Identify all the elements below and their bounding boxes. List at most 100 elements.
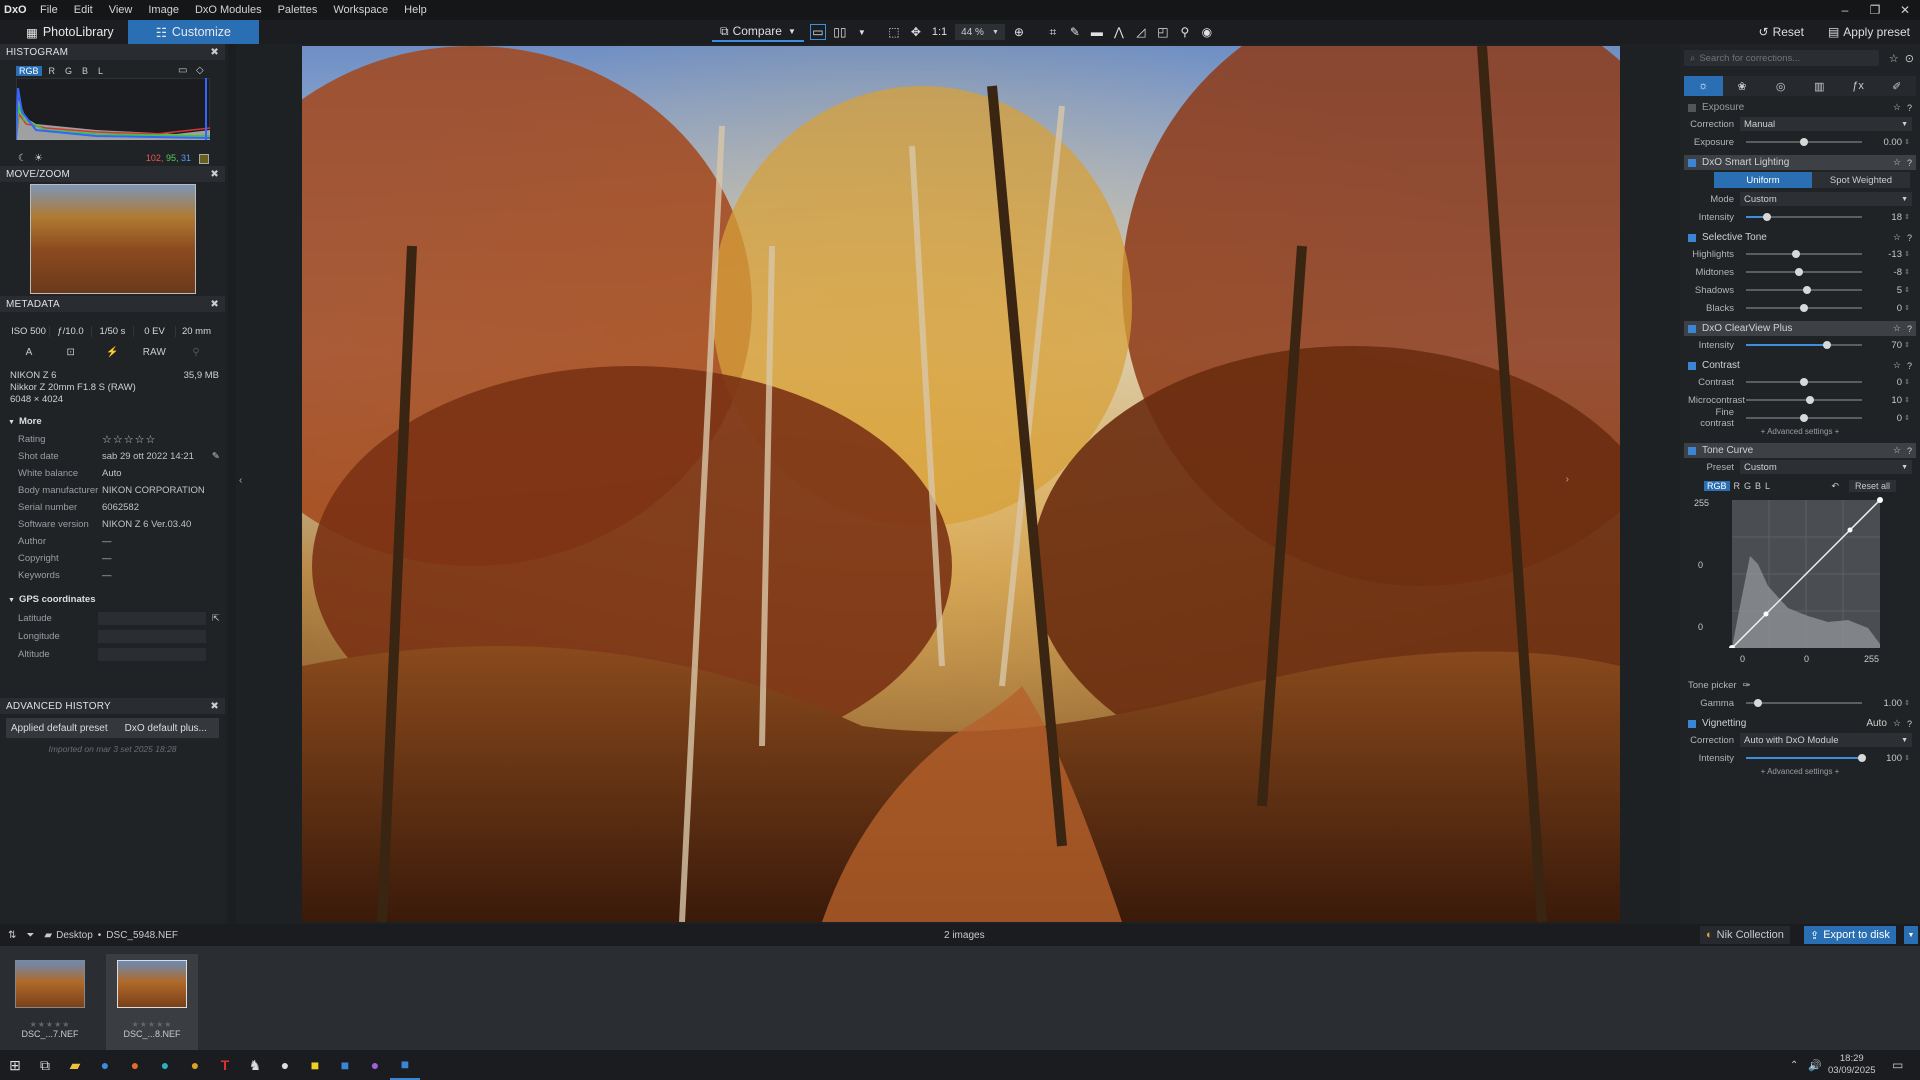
typora-icon[interactable]: T	[210, 1050, 240, 1080]
curve-channel-b[interactable]: B	[1755, 481, 1761, 491]
star-icon[interactable]: ☆	[1889, 52, 1899, 65]
minimize-icon[interactable]: –	[1830, 0, 1860, 20]
chrome-icon[interactable]: ●	[180, 1050, 210, 1080]
local-adjustments-icon[interactable]: ◿	[1133, 24, 1149, 40]
slider-knob[interactable]	[1762, 213, 1771, 221]
stepper-icon[interactable]: ⇕	[1902, 268, 1912, 276]
microcontrast-value[interactable]: 10	[1868, 395, 1902, 406]
volume-icon[interactable]: 🔊	[1808, 1059, 1822, 1072]
curve-channel-r[interactable]: R	[1734, 481, 1741, 491]
close-icon[interactable]: ✖	[210, 169, 219, 180]
slider-knob[interactable]	[1800, 304, 1808, 312]
stepper-icon[interactable]: ⇕	[1902, 250, 1912, 258]
repair-icon[interactable]: ◰	[1155, 24, 1171, 40]
undo-icon[interactable]: ↶	[1831, 481, 1839, 492]
nik-collection-button[interactable]: ◐ Nik Collection	[1700, 926, 1790, 944]
output-mid-value[interactable]: 0	[1698, 560, 1703, 570]
pencil-icon[interactable]: ✎	[212, 451, 220, 462]
zoom-select[interactable]: 44 % ▼	[955, 24, 1005, 40]
sort-icon[interactable]: ⇅	[8, 930, 16, 941]
curve-channel-g[interactable]: G	[1744, 481, 1751, 491]
midtones-slider[interactable]	[1746, 268, 1862, 276]
photolab-active-icon[interactable]: ■	[390, 1050, 420, 1080]
contrast-toggle[interactable]	[1688, 361, 1696, 370]
menu-dxo-modules[interactable]: DxO Modules	[187, 4, 270, 16]
exposure-correction-dropdown[interactable]: Manual ▼	[1740, 117, 1912, 131]
tone-curve-toggle[interactable]	[1688, 446, 1696, 455]
help-icon[interactable]: ?	[1907, 324, 1912, 334]
selective-tone-toggle[interactable]	[1688, 233, 1696, 242]
slider-knob[interactable]	[1802, 286, 1811, 294]
vignetting-toggle[interactable]	[1688, 719, 1696, 728]
output-min-value[interactable]: 0	[1698, 622, 1703, 632]
vignetting-value[interactable]: 100	[1868, 753, 1902, 764]
menu-view[interactable]: View	[101, 4, 141, 16]
monitor-icon[interactable]: ▭	[178, 65, 187, 76]
stepper-icon[interactable]: ⇕	[1902, 213, 1912, 221]
geometry-tab-icon[interactable]: ▥	[1800, 76, 1839, 96]
star-icon[interactable]: ☆	[1893, 323, 1901, 334]
export-dropdown-button[interactable]: ▼	[1904, 926, 1918, 944]
tab-customize[interactable]: ☷ Customize	[127, 20, 259, 44]
perspective-icon[interactable]: ⋀	[1111, 24, 1127, 40]
gamma-slider[interactable]	[1746, 699, 1862, 707]
curve-channel-l[interactable]: L	[1765, 481, 1770, 491]
input-mid-value[interactable]: 0	[1804, 654, 1809, 664]
maximize-icon[interactable]: ❐	[1860, 0, 1890, 20]
shadows-value[interactable]: 5	[1868, 285, 1902, 296]
thunderbird-icon[interactable]: ●	[90, 1050, 120, 1080]
star-icon[interactable]: ☆	[1893, 102, 1901, 113]
edge-icon[interactable]: ●	[150, 1050, 180, 1080]
move-icon[interactable]: ✥	[908, 24, 924, 40]
split-view-icon[interactable]: ▯▯	[832, 24, 848, 40]
vignetting-header[interactable]: Vignetting Auto ☆?	[1684, 716, 1916, 731]
smart-lighting-intensity-slider[interactable]	[1746, 213, 1862, 221]
help-icon[interactable]: ?	[1907, 233, 1912, 243]
contrast-value[interactable]: 0	[1868, 377, 1902, 388]
search-corrections-input[interactable]: ⌕ Search for corrections...	[1684, 50, 1879, 66]
stepper-icon[interactable]: ⇕	[1902, 396, 1912, 404]
input-min-value[interactable]: 0	[1740, 654, 1745, 664]
stepper-icon[interactable]: ⇕	[1902, 378, 1912, 386]
horizon-icon[interactable]: ▬	[1089, 24, 1105, 40]
channel-g[interactable]: G	[62, 66, 75, 76]
input-max-value[interactable]: 255	[1864, 654, 1879, 664]
menu-workspace[interactable]: Workspace	[325, 4, 396, 16]
uniform-button[interactable]: Uniform	[1714, 172, 1812, 188]
help-icon[interactable]: ?	[1907, 103, 1912, 113]
vignetting-intensity-slider[interactable]	[1746, 754, 1866, 762]
intensity-value[interactable]: 18	[1868, 212, 1902, 223]
stepper-icon[interactable]: ⇕	[1902, 341, 1912, 349]
clearview-header[interactable]: DxO ClearView Plus ☆?	[1684, 321, 1916, 336]
contrast-header[interactable]: Contrast ☆?	[1684, 358, 1916, 373]
toggle-icon[interactable]: ⊙	[1905, 52, 1914, 65]
notifications-icon[interactable]: ▭	[1892, 1058, 1903, 1072]
slider-knob[interactable]	[1823, 341, 1832, 349]
star-icon[interactable]: ☆	[1893, 445, 1901, 456]
more-section-toggle[interactable]: ▼ More	[0, 412, 225, 431]
star-icon[interactable]: ☆	[1893, 360, 1901, 371]
slider-knob[interactable]	[1800, 414, 1808, 422]
slider-knob[interactable]	[1805, 396, 1814, 404]
vignetting-correction-dropdown[interactable]: Auto with DxO Module ▼	[1740, 733, 1912, 747]
thumbnail-rating[interactable]: ★★★★★	[106, 1020, 198, 1029]
slider-knob[interactable]	[1792, 250, 1801, 258]
slider-knob[interactable]	[1753, 699, 1762, 707]
gamut-icon[interactable]: ◇	[196, 65, 204, 76]
close-icon[interactable]: ✖	[210, 701, 219, 712]
export-icon[interactable]: ⇱	[212, 613, 220, 624]
vignetting-advanced-settings[interactable]: + Advanced settings +	[1684, 767, 1916, 779]
highlight-clip-icon[interactable]: ☀	[34, 153, 43, 164]
rating-stars[interactable]: ☆☆☆☆☆	[102, 433, 156, 446]
picker-icon[interactable]: ✑	[1743, 680, 1751, 691]
exposure-toggle[interactable]	[1688, 103, 1696, 112]
smart-lighting-mode-dropdown[interactable]: Custom ▼	[1740, 192, 1912, 206]
menu-edit[interactable]: Edit	[66, 4, 101, 16]
smart-lighting-header[interactable]: DxO Smart Lighting ☆?	[1684, 155, 1916, 170]
menu-help[interactable]: Help	[396, 4, 435, 16]
clock[interactable]: 18:29 03/09/2025	[1828, 1053, 1876, 1077]
midtones-value[interactable]: -8	[1868, 267, 1902, 278]
fx-tab-icon[interactable]: ƒx	[1839, 76, 1878, 96]
thumbnail-rating[interactable]: ★★★★★	[4, 1020, 96, 1029]
reset-all-button[interactable]: Reset all	[1848, 480, 1896, 492]
